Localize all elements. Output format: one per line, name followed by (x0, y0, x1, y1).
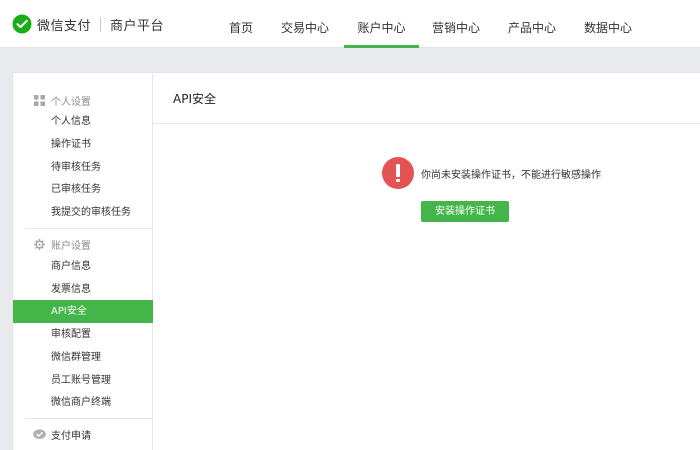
sidebar-item-wechat-group[interactable]: 微信群管理 (13, 346, 153, 369)
sidebar-item-merchant-info[interactable]: 商户信息 (13, 255, 153, 278)
sidebar-section-account: 账户设置 (13, 233, 153, 255)
sidebar-divider (25, 228, 153, 229)
sidebar-item-operation-cert[interactable]: 操作证书 (13, 133, 153, 156)
nav-data-center[interactable]: 数据中心 (576, 0, 640, 48)
nav-home[interactable]: 首页 (218, 0, 264, 48)
sidebar-section-title: 账户设置 (51, 240, 91, 252)
top-header: 微信支付 商户平台 首页 交易中心 账户中心 营销中心 产品中心 数据中心 (0, 0, 700, 48)
sidebar-item-my-submitted-tasks[interactable]: 我提交的审核任务 (13, 201, 153, 224)
sidebar-item-reviewed-tasks[interactable]: 已审核任务 (13, 178, 153, 201)
grid-icon (34, 94, 45, 106)
content-header: API安全 (153, 73, 700, 124)
sidebar-item-invoice-info[interactable]: 发票信息 (13, 278, 153, 301)
sidebar-item-staff-accounts[interactable]: 员工账号管理 (13, 369, 153, 392)
nav-marketing-center[interactable]: 营销中心 (424, 0, 488, 48)
wechat-pay-icon (33, 428, 46, 439)
brand-name: 微信支付 (37, 18, 92, 34)
sidebar-item-personal-info[interactable]: 个人信息 (13, 110, 153, 133)
install-certificate-button[interactable]: 安装操作证书 (421, 201, 509, 222)
content-area: API安全 你尚未安装操作证书，不能进行敏感操作 安装操作证书 (153, 73, 700, 450)
sidebar-section-payment-apply[interactable]: 支付申请 (13, 423, 153, 445)
sidebar-item-pending-tasks[interactable]: 待审核任务 (13, 156, 153, 179)
brand-logo[interactable]: 微信支付 商户平台 (12, 0, 164, 48)
wechat-pay-logo-icon (12, 14, 32, 34)
platform-name: 商户平台 (110, 18, 165, 34)
sidebar-section-title: 支付申请 (51, 430, 91, 442)
sidebar-item-api-security[interactable]: API安全 (13, 300, 153, 323)
sidebar-section-personal: 个人设置 (13, 89, 153, 111)
sidebar-divider (25, 418, 153, 419)
sidebar-item-merchant-terminal[interactable]: 微信商户终端 (13, 391, 153, 414)
page-title: API安全 (173, 92, 216, 106)
nav-account-center[interactable]: 账户中心 (344, 0, 419, 48)
alert-message: 你尚未安装操作证书，不能进行敏感操作 (421, 170, 601, 181)
sidebar-item-review-config[interactable]: 审核配置 (13, 323, 153, 346)
nav-trade-center[interactable]: 交易中心 (273, 0, 337, 48)
gear-icon (34, 238, 45, 250)
nav-product-center[interactable]: 产品中心 (500, 0, 564, 48)
sidebar: 个人设置 个人信息 操作证书 待审核任务 已审核任务 我提交的审核任务 账户设置… (13, 73, 153, 450)
sidebar-section-title: 个人设置 (51, 96, 91, 108)
warning-icon (382, 157, 414, 189)
main-panel: 个人设置 个人信息 操作证书 待审核任务 已审核任务 我提交的审核任务 账户设置… (12, 72, 700, 450)
brand-divider (100, 16, 102, 32)
